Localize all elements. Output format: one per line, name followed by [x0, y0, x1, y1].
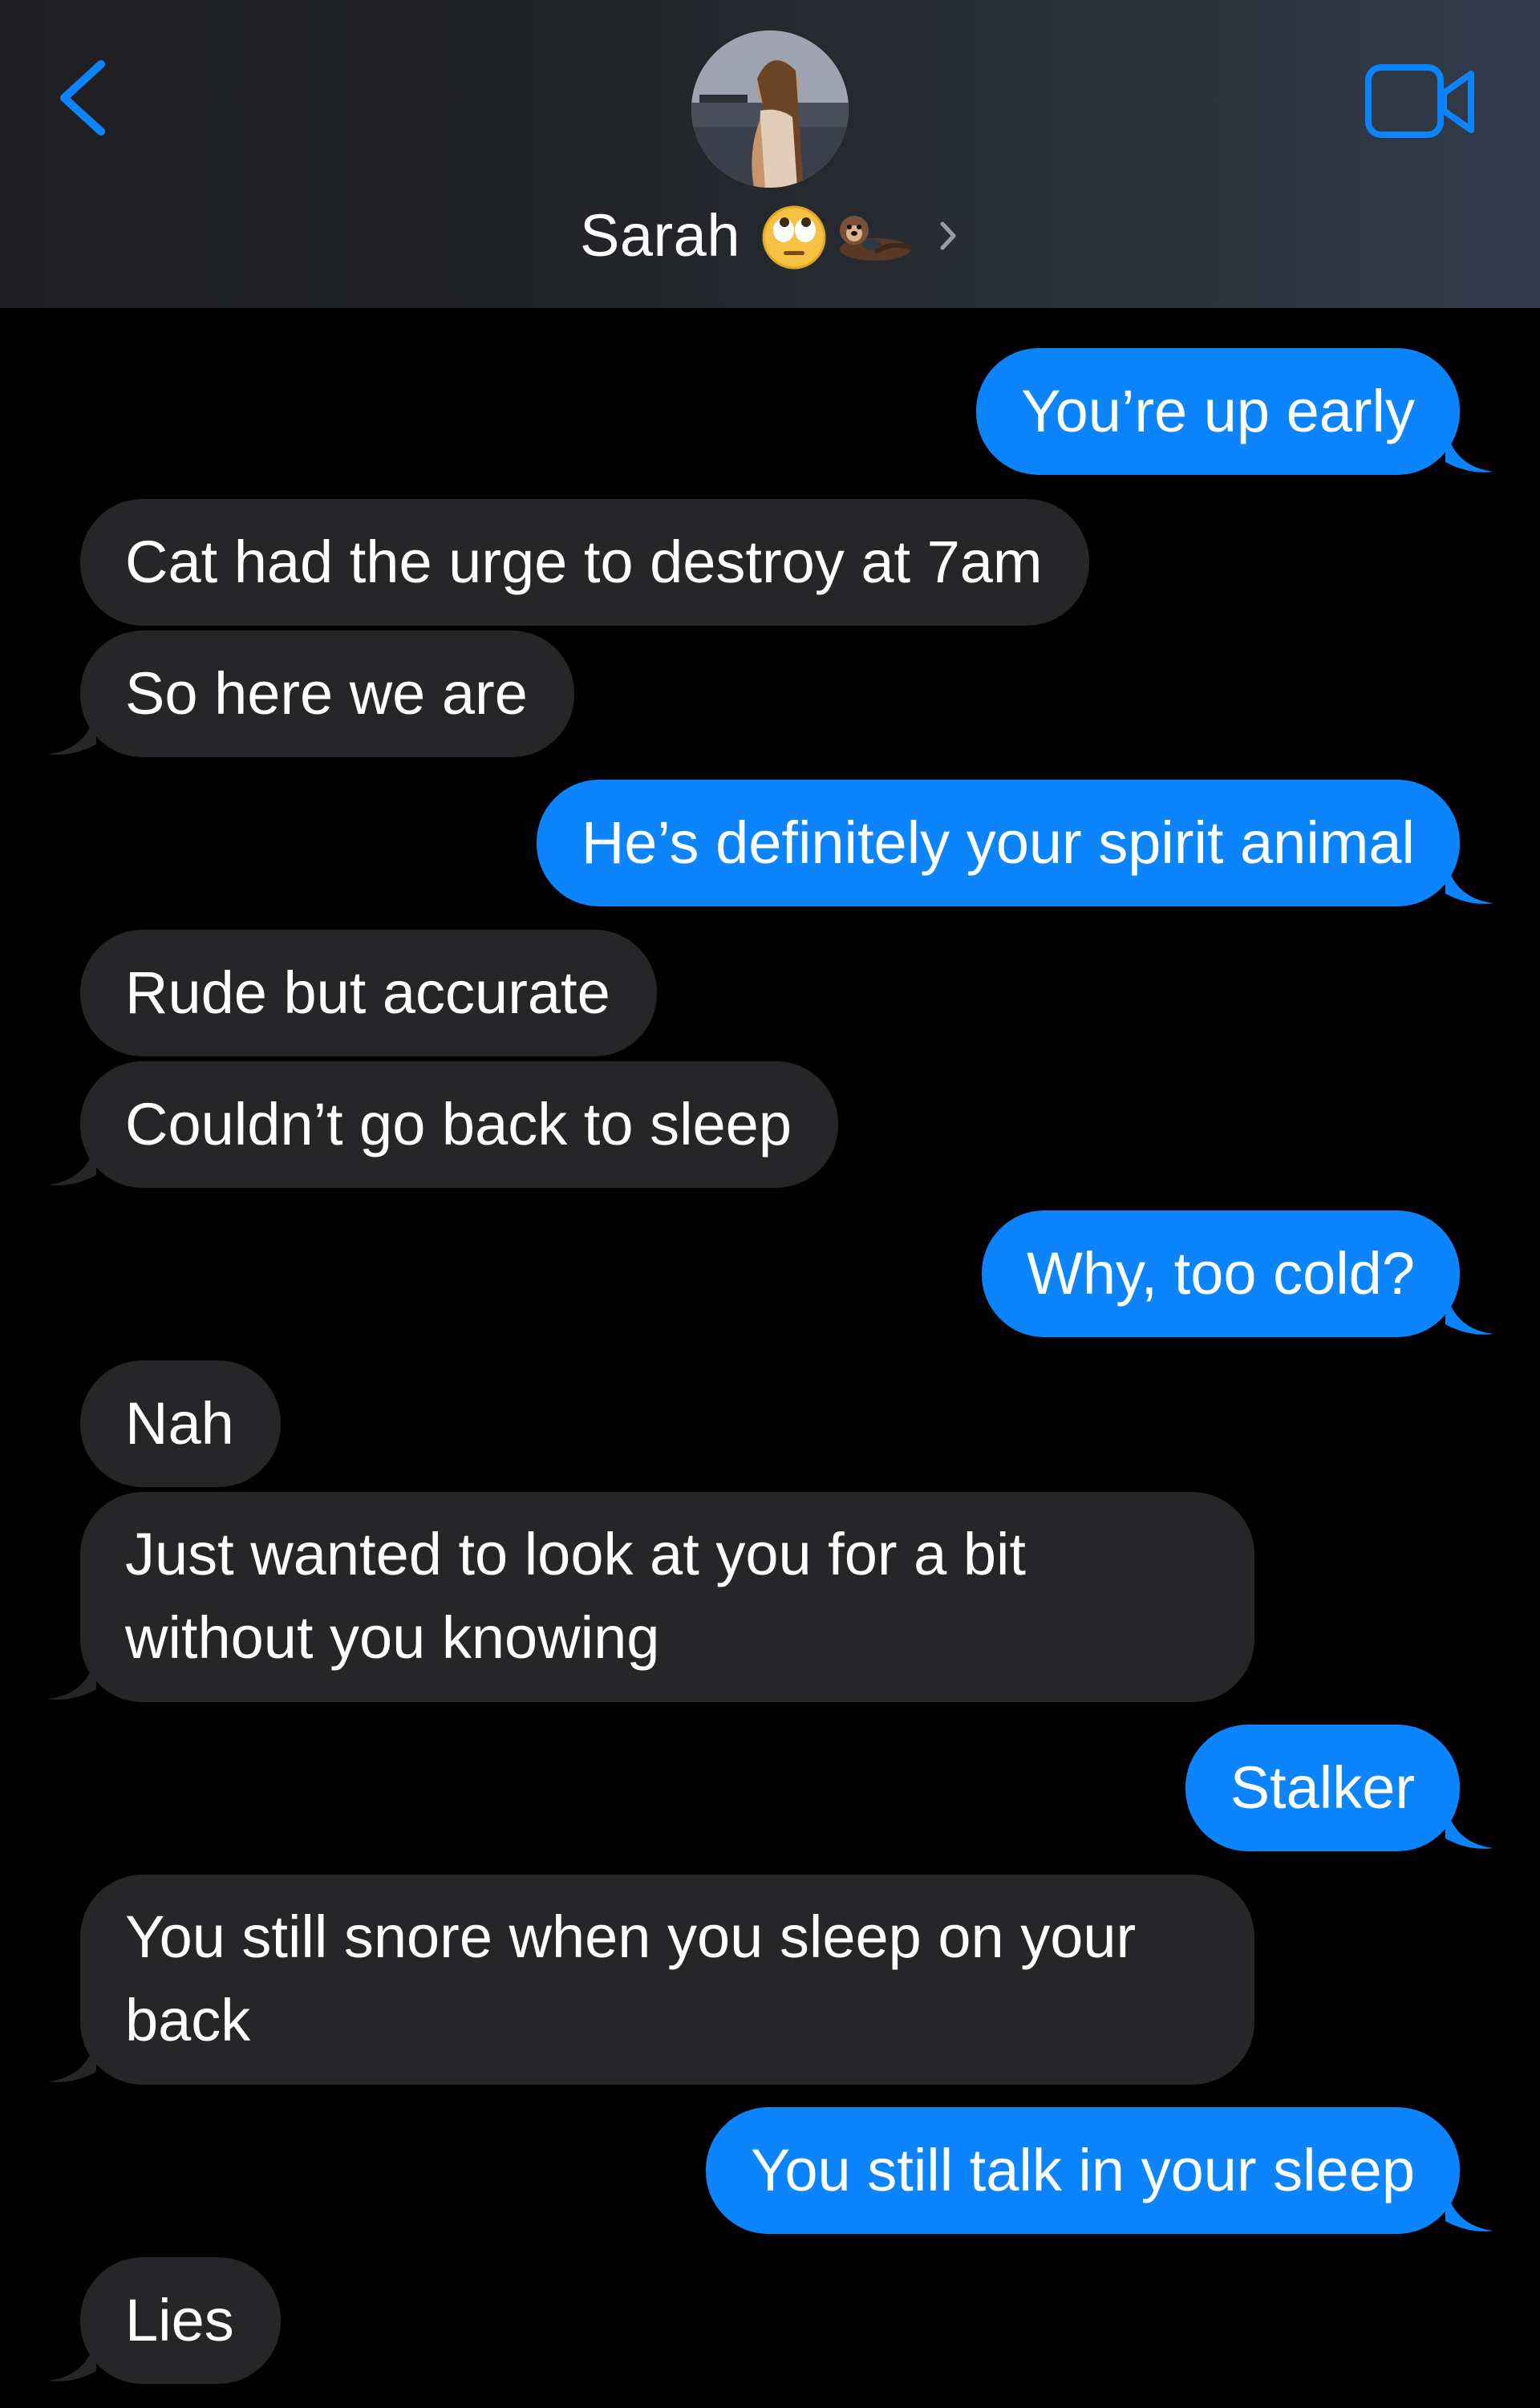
- bubble-tail: [48, 2037, 96, 2082]
- conversation-header: Sarah: [0, 0, 1540, 308]
- message-bubble-received[interactable]: So here we are: [48, 630, 574, 757]
- bubble-tail: [48, 1140, 96, 1186]
- message-text: Cat had the urge to destroy at 7am: [125, 529, 1043, 595]
- avatar-photo: [691, 30, 849, 188]
- message-text: You still snore when you sleep on your b…: [125, 1903, 1137, 2053]
- bubble-tail: [1445, 2186, 1493, 2232]
- chevron-right-icon: [940, 221, 956, 250]
- chevron-left-icon: [60, 60, 105, 136]
- message-text: Why, too cold?: [1027, 1240, 1415, 1307]
- message-text: Lies: [125, 2287, 234, 2353]
- message-bubble-sent[interactable]: Stalker: [1185, 1725, 1493, 1851]
- message-text: Stalker: [1230, 1754, 1415, 1821]
- message-bubble-sent[interactable]: You still talk in your sleep: [705, 2107, 1493, 2234]
- message-bubble-sent[interactable]: Why, too cold?: [982, 1210, 1493, 1337]
- message-text: He’s definitely your spirit animal: [581, 809, 1415, 876]
- contact-name: Sarah: [580, 202, 740, 269]
- back-button[interactable]: [48, 48, 112, 144]
- message-bubble-received[interactable]: You still snore when you sleep on your b…: [48, 1875, 1254, 2085]
- bubble-tail: [1445, 427, 1493, 472]
- message-bubble-sent[interactable]: He’s definitely your spirit animal: [536, 780, 1493, 906]
- message-text: Couldn’t go back to sleep: [125, 1091, 792, 1157]
- bubble-tail: [1445, 1803, 1493, 1849]
- bubble-tail: [48, 709, 96, 755]
- message-thread[interactable]: You’re up early Cat had the urge to dest…: [0, 308, 1540, 2408]
- message-text: So here we are: [125, 660, 528, 727]
- message-bubble-received[interactable]: Rude but accurate: [80, 930, 657, 1056]
- video-camera-icon: [1365, 64, 1474, 138]
- facetime-video-button[interactable]: [1356, 56, 1484, 152]
- message-text: Just wanted to look at you for a bit wit…: [125, 1521, 1026, 1671]
- message-bubble-received[interactable]: Just wanted to look at you for a bit wit…: [48, 1492, 1254, 1702]
- message-bubble-received[interactable]: Couldn’t go back to sleep: [48, 1061, 838, 1188]
- message-bubble-received[interactable]: Lies: [48, 2257, 281, 2384]
- bubble-tail: [1445, 858, 1493, 904]
- contact-emojis: [760, 201, 917, 270]
- bubble-tail: [48, 2336, 96, 2382]
- message-text: Rude but accurate: [125, 959, 610, 1026]
- message-text: You still talk in your sleep: [750, 2137, 1415, 2203]
- message-text: Nah: [125, 1390, 234, 1457]
- message-bubble-sent[interactable]: You’re up early: [976, 348, 1493, 475]
- bubble-tail: [1445, 1289, 1493, 1335]
- message-bubble-received[interactable]: Cat had the urge to destroy at 7am: [80, 499, 1089, 626]
- otter-icon: [839, 216, 913, 261]
- contact-avatar[interactable]: [691, 30, 849, 188]
- face-with-rolling-eyes-icon: [762, 205, 826, 270]
- message-bubble-received[interactable]: Nah: [80, 1360, 281, 1487]
- contact-details-link[interactable]: Sarah: [0, 196, 1540, 276]
- message-text: You’re up early: [1021, 378, 1415, 444]
- bubble-tail: [48, 1654, 96, 1700]
